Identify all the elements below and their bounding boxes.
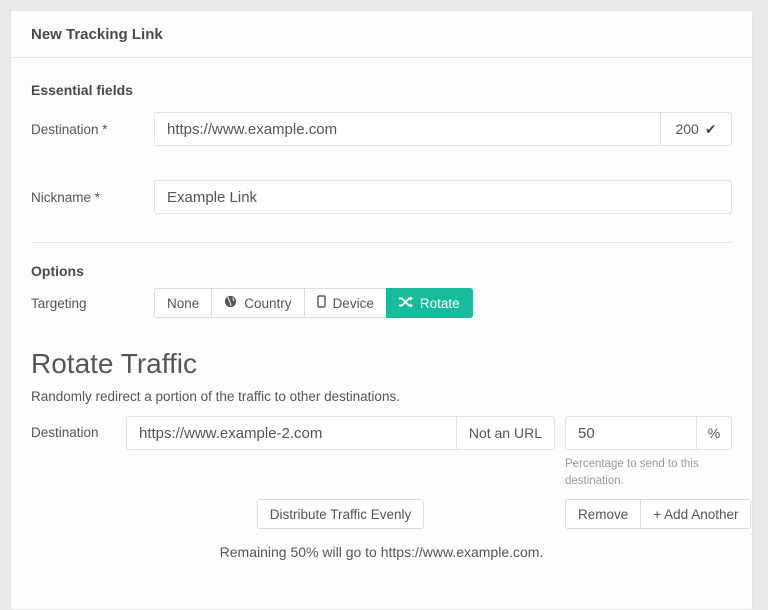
targeting-device-label: Device [332, 295, 374, 311]
remaining-traffic-note: Remaining 50% will go to https://www.exa… [219, 544, 544, 561]
rotate-destination-row: Destination Not an URL % Percentage to s… [31, 416, 732, 489]
status-code: 200 [675, 121, 699, 137]
rotate-actions-row: Distribute Traffic Evenly Remove + Add A… [31, 499, 752, 530]
device-icon [316, 295, 326, 311]
percent-input-group: % [565, 416, 732, 450]
percent-help-text: Percentage to send to this destination. [565, 458, 699, 487]
rotate-destination-input[interactable] [126, 416, 457, 450]
rotate-traffic-description: Randomly redirect a portion of the traff… [31, 389, 400, 404]
percent-addon: % [696, 416, 732, 450]
remove-add-button-group: Remove + Add Another [565, 499, 752, 530]
panel-title: New Tracking Link [11, 11, 752, 58]
targeting-rotate-button[interactable]: Rotate [385, 288, 473, 318]
targeting-country-button[interactable]: Country [211, 288, 305, 318]
remove-button[interactable]: Remove [565, 499, 642, 530]
targeting-row: Targeting None Country Device Rotate [31, 288, 732, 318]
rotate-destination-validation-addon: Not an URL [455, 416, 555, 450]
targeting-none-button[interactable]: None [154, 288, 213, 318]
targeting-none-label: None [167, 295, 200, 311]
destination-input[interactable] [154, 112, 661, 146]
actions-middle: Distribute Traffic Evenly [126, 499, 555, 530]
targeting-button-group: None Country Device Rotate [154, 288, 473, 318]
rotate-destination-input-group: Not an URL [126, 416, 555, 450]
shuffle-icon [398, 295, 413, 311]
globe-icon [224, 295, 237, 311]
targeting-device-button[interactable]: Device [303, 288, 387, 318]
percent-column: % Percentage to send to this destination… [565, 416, 732, 489]
add-another-button[interactable]: + Add Another [640, 499, 752, 530]
targeting-rotate-label: Rotate [419, 295, 460, 311]
distribute-traffic-evenly-button[interactable]: Distribute Traffic Evenly [256, 499, 425, 530]
targeting-label: Targeting [31, 295, 87, 311]
nickname-label: Nickname * [31, 189, 101, 205]
nickname-row: Nickname * [31, 180, 732, 214]
nickname-input[interactable] [154, 180, 732, 214]
targeting-country-label: Country [244, 295, 292, 311]
destination-input-group: 200 ✔ [154, 112, 732, 146]
section-divider [31, 242, 732, 243]
panel-body: Essential fields Destination * 200 ✔ Nic… [11, 58, 752, 580]
rotate-traffic-heading: Rotate Traffic [31, 348, 198, 379]
actions-right: Remove + Add Another [565, 499, 752, 530]
rotate-destination-label: Destination [31, 425, 99, 440]
destination-row: Destination * 200 ✔ [31, 112, 732, 146]
new-tracking-link-panel: New Tracking Link Essential fields Desti… [10, 10, 753, 610]
essential-fields-heading: Essential fields [31, 82, 133, 98]
destination-status-addon: 200 ✔ [660, 112, 732, 146]
destination-label: Destination * [31, 121, 108, 137]
nickname-input-group [154, 180, 732, 214]
check-icon: ✔ [704, 120, 717, 137]
percent-input[interactable] [565, 416, 697, 450]
options-heading: Options [31, 263, 84, 279]
